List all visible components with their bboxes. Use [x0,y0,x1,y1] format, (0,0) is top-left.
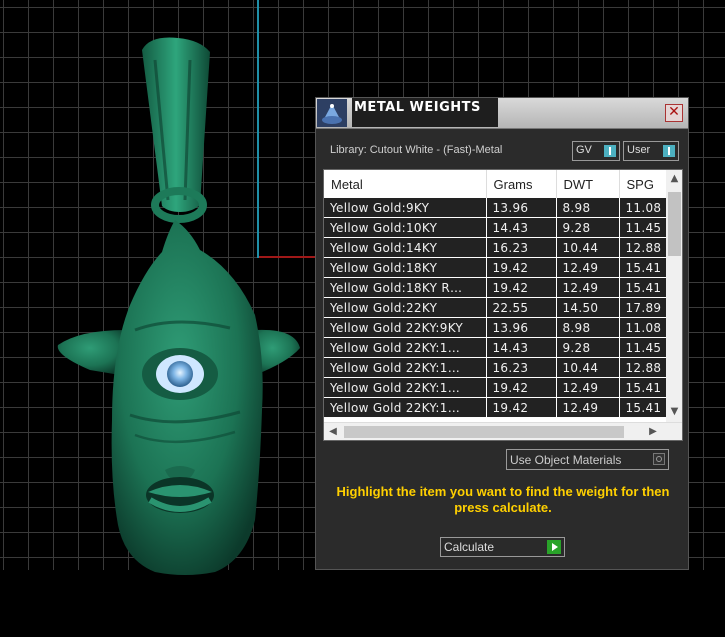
cell-dwt: 8.98 [556,198,620,218]
horizontal-scrollbar[interactable]: ◀ ▶ [324,422,682,440]
table-row[interactable]: Yellow Gold 22KY:1… 16.23 10.44 12.88 [324,357,680,378]
user-toggle-button[interactable]: User [623,141,679,161]
cell-dwt: 8.98 [556,317,620,338]
metal-weights-table[interactable]: Metal Grams DWT SPG Yellow Gold:9KY 13.96… [323,169,683,441]
table-row[interactable]: Yellow Gold 22KY:1… 19.42 12.49 15.41 [324,377,680,398]
toggle-indicator-icon [663,145,675,157]
horizontal-scroll-thumb[interactable] [344,426,624,438]
column-header-metal[interactable]: Metal [324,170,487,198]
cell-dwt: 14.50 [556,297,620,318]
close-icon[interactable]: ✕ [665,104,683,122]
play-icon [547,540,561,554]
calculate-button[interactable]: Calculate [440,537,565,557]
cell-metal: Yellow Gold 22KY:1… [324,357,487,378]
calculate-label: Calculate [444,540,495,554]
panel-title: METAL WEIGHTS [352,98,498,127]
table-row[interactable]: Yellow Gold:10KY 14.43 9.28 11.45 [324,217,680,238]
cell-dwt: 10.44 [556,357,620,378]
cell-dwt: 12.49 [556,397,620,418]
cell-dwt: 12.49 [556,277,620,298]
cell-grams: 22.55 [486,297,557,318]
cell-metal: Yellow Gold:14KY [324,237,487,258]
table-row[interactable]: Yellow Gold 22KY:9KY 13.96 8.98 11.08 [324,317,680,338]
gv-toggle-button[interactable]: GV [572,141,620,161]
use-object-materials-toggle[interactable]: Use Object Materials [506,449,669,470]
table-row[interactable]: Yellow Gold 22KY:1… 19.42 12.49 15.41 [324,397,680,418]
eye-iris [167,361,193,387]
cell-grams: 19.42 [486,377,557,398]
instruction-text: Highlight the item you want to find the … [336,484,670,515]
toggle-indicator-icon [604,145,616,157]
cell-grams: 19.42 [486,257,557,278]
cell-grams: 16.23 [486,237,557,258]
vertical-scroll-thumb[interactable] [668,192,681,256]
cell-grams: 16.23 [486,357,557,378]
use-object-materials-label: Use Object Materials [510,453,622,467]
column-header-grams[interactable]: Grams [486,170,557,198]
table-row[interactable]: Yellow Gold:22KY 22.55 14.50 17.89 [324,297,680,318]
metal-weights-panel: METAL WEIGHTS ✕ Library: Cutout White - … [315,97,689,570]
cell-dwt: 10.44 [556,237,620,258]
column-header-dwt[interactable]: DWT [556,170,620,198]
cell-grams: 14.43 [486,337,557,358]
user-toggle-label: User [627,144,651,156]
cell-grams: 14.43 [486,217,557,238]
gv-toggle-label: GV [576,144,592,156]
cell-dwt: 9.28 [556,217,620,238]
app-logo-icon [317,99,347,127]
cell-metal: Yellow Gold:18KY R… [324,277,487,298]
scroll-left-icon[interactable]: ◀ [324,423,342,440]
table-row[interactable]: Yellow Gold 22KY:1… 14.43 9.28 11.45 [324,337,680,358]
cell-metal: Yellow Gold:9KY [324,198,487,218]
cell-metal: Yellow Gold 22KY:1… [324,337,487,358]
panel-titlebar[interactable]: METAL WEIGHTS ✕ [316,98,688,129]
cell-grams: 19.42 [486,277,557,298]
pendant-bail [142,37,210,212]
cell-grams: 19.42 [486,397,557,418]
cell-metal: Yellow Gold 22KY:1… [324,397,487,418]
viewport-floor [0,570,725,637]
cell-metal: Yellow Gold:10KY [324,217,487,238]
scroll-up-icon[interactable]: ▲ [666,170,682,188]
cell-metal: Yellow Gold:18KY [324,257,487,278]
cell-metal: Yellow Gold 22KY:1… [324,377,487,398]
table-row[interactable]: Yellow Gold:14KY 16.23 10.44 12.88 [324,237,680,258]
cell-grams: 13.96 [486,198,557,218]
library-label: Library: Cutout White - (Fast)-Metal [330,144,503,156]
table-header-row: Metal Grams DWT SPG [324,170,680,198]
cell-dwt: 12.49 [556,257,620,278]
radio-icon [653,453,665,465]
cell-dwt: 9.28 [556,337,620,358]
table-row[interactable]: Yellow Gold:18KY R… 19.42 12.49 15.41 [324,277,680,298]
scroll-down-icon[interactable]: ▼ [666,403,682,421]
vertical-scrollbar[interactable]: ▲ ▼ [666,170,682,422]
cell-metal: Yellow Gold 22KY:9KY [324,317,487,338]
table-row[interactable]: Yellow Gold:9KY 13.96 8.98 11.08 [324,198,680,218]
scroll-right-icon[interactable]: ▶ [644,423,662,440]
cell-metal: Yellow Gold:22KY [324,297,487,318]
cell-grams: 13.96 [486,317,557,338]
cell-dwt: 12.49 [556,377,620,398]
table-row[interactable]: Yellow Gold:18KY 19.42 12.49 15.41 [324,257,680,278]
cyclops-pendant-model[interactable] [50,30,310,575]
